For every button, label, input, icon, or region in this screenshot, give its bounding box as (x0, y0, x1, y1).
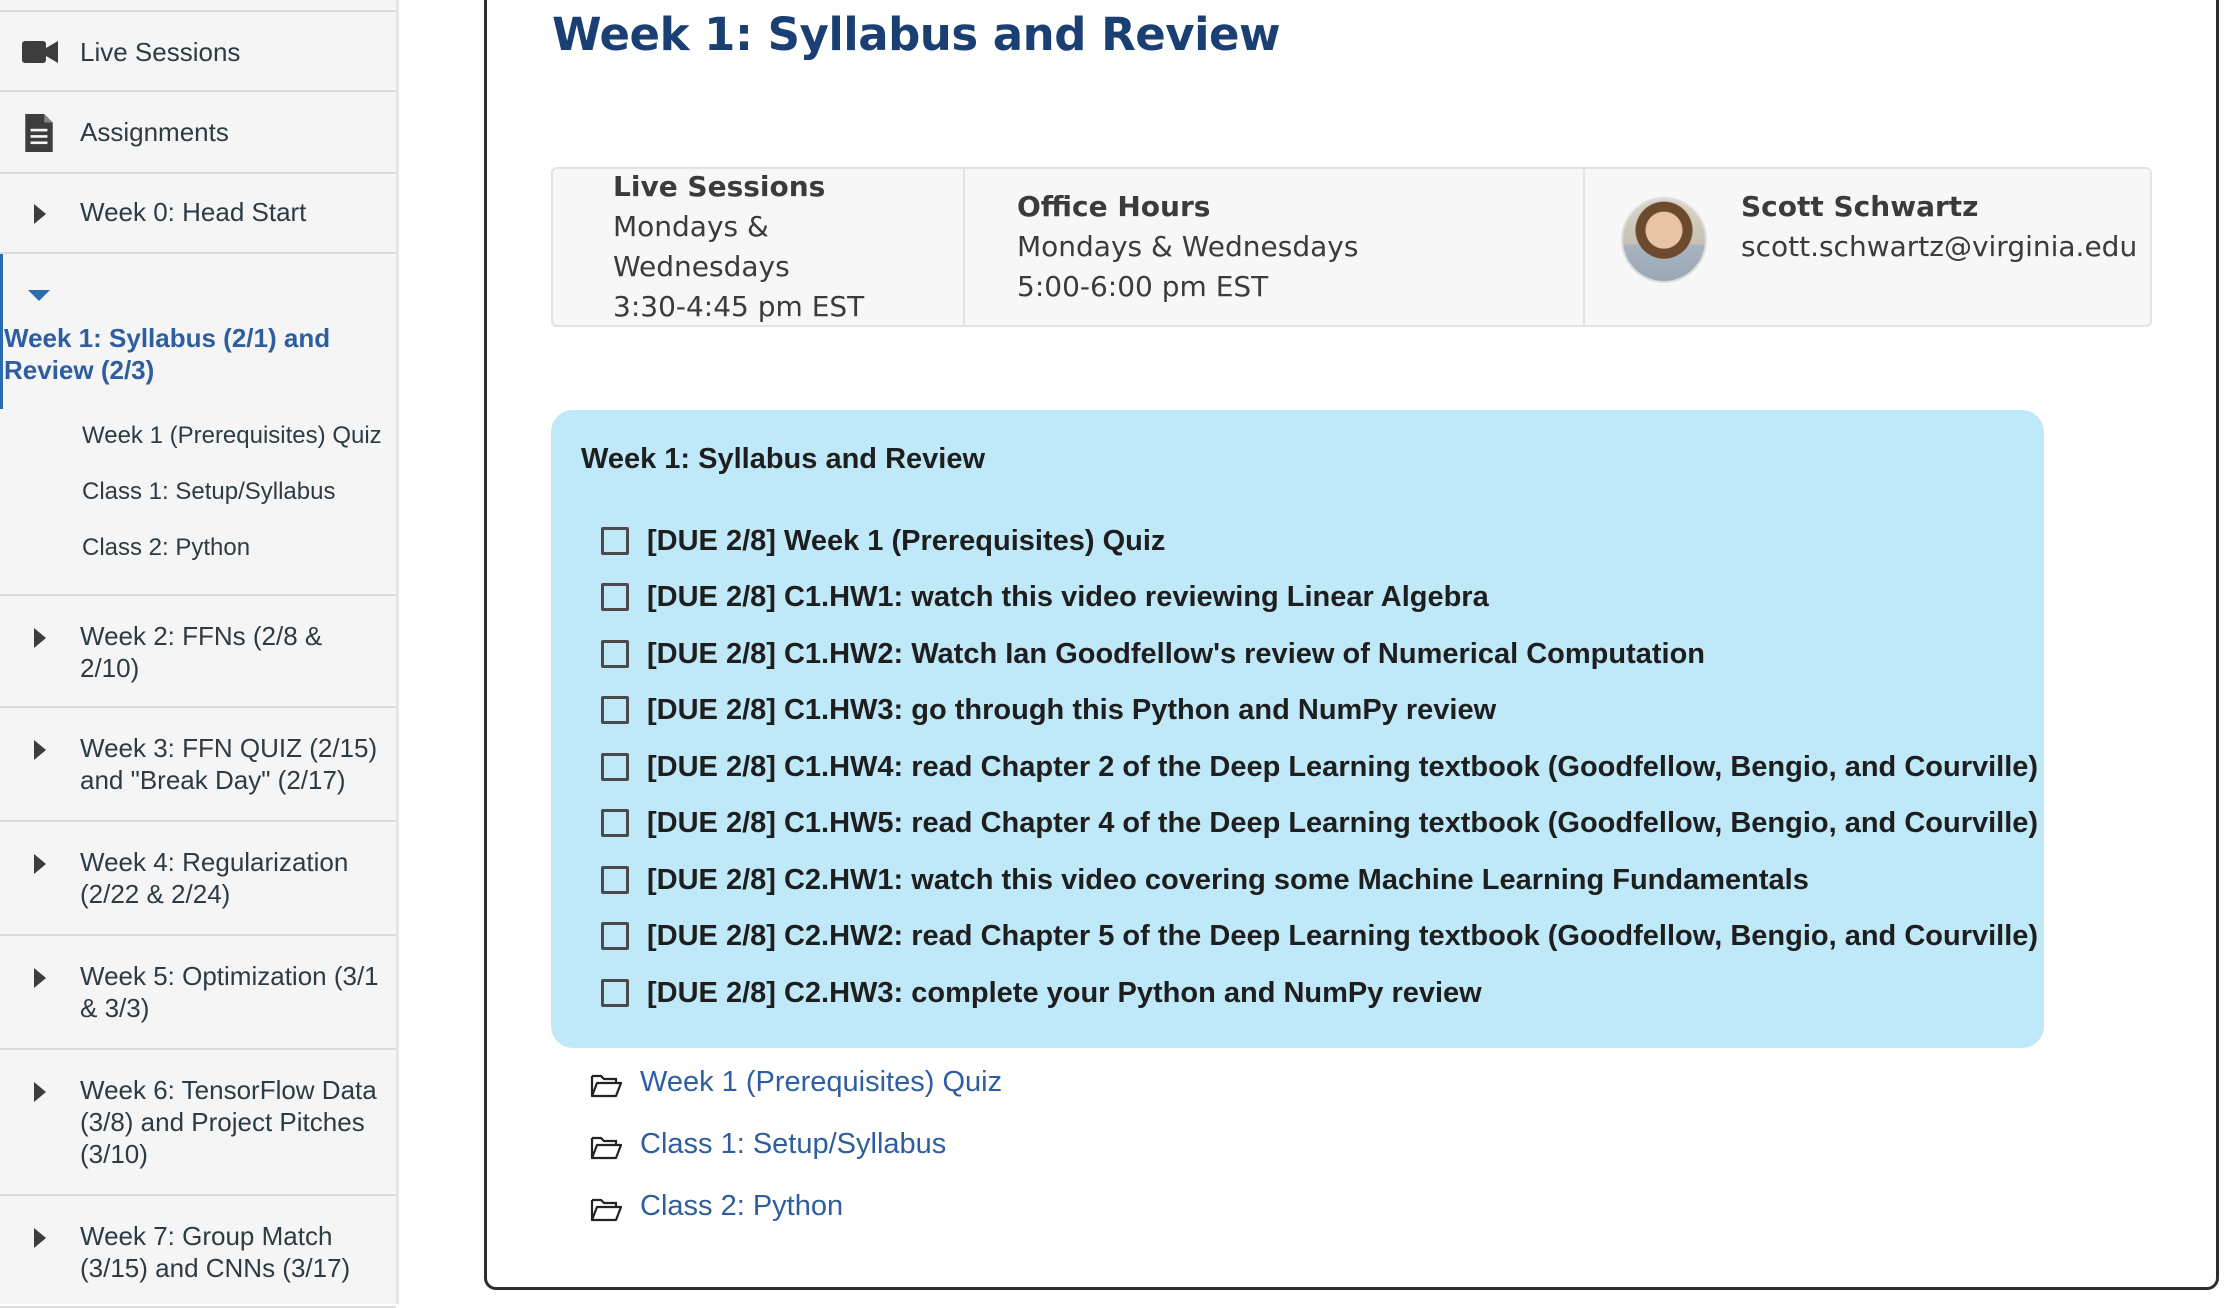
sidebar-item-label: Week 6: TensorFlow Data (3/8) and Projec… (80, 1075, 377, 1169)
sidebar-subitem-class2[interactable]: Class 2: Python (82, 534, 250, 562)
avatar (1623, 199, 1705, 281)
module-link-class1[interactable]: Class 1: Setup/Syllabus (590, 1124, 946, 1164)
sidebar-item-label: Week 1: Syllabus (2/1) and Review (2/3) (4, 323, 331, 385)
sidebar-item-label: Week 0: Head Start (80, 197, 307, 227)
checkbox[interactable] (601, 640, 629, 668)
checklist-item-label: [DUE 2/8] C2.HW3: complete your Python a… (647, 976, 1482, 1009)
divider (1583, 169, 1585, 325)
live-sessions-days: Mondays & (613, 210, 769, 243)
page-title: Week 1: Syllabus and Review (552, 8, 1281, 61)
checklist-item-label: [DUE 2/8] Week 1 (Prerequisites) Quiz (647, 524, 1166, 557)
caret-right-icon (34, 628, 46, 648)
checklist-item[interactable]: [DUE 2/8] C1.HW2: Watch Ian Goodfellow's… (601, 634, 1705, 674)
module-link-label[interactable]: Class 2: Python (640, 1190, 843, 1223)
checkbox[interactable] (601, 583, 629, 611)
checklist-item[interactable]: [DUE 2/8] C1.HW1: watch this video revie… (601, 577, 1489, 617)
course-info-card: Live Sessions Mondays & Wednesdays 3:30-… (551, 167, 2152, 327)
sidebar-item-week-5[interactable]: Week 5: Optimization (3/1 & 3/3) (0, 936, 396, 1050)
sidebar-item-assignments[interactable]: Assignments (0, 92, 396, 174)
caret-right-icon (34, 854, 46, 874)
document-icon (22, 114, 56, 159)
week-checklist: Week 1: Syllabus and Review [DUE 2/8] We… (551, 410, 2044, 1048)
office-hours-time: 5:00-6:00 pm EST (1017, 270, 1269, 303)
checklist-item-label: [DUE 2/8] C1.HW4: read Chapter 2 of the … (647, 750, 2039, 783)
sidebar-item-week-6[interactable]: Week 6: TensorFlow Data (3/8) and Projec… (0, 1050, 396, 1196)
sidebar-item-label: Week 5: Optimization (3/1 & 3/3) (80, 961, 379, 1023)
sidebar-item-week-1[interactable]: Week 1: Syllabus (2/1) and Review (2/3) (0, 254, 396, 410)
office-hours-heading: Office Hours (1017, 190, 1211, 223)
caret-right-icon (34, 740, 46, 760)
caret-right-icon (34, 1228, 46, 1248)
folder-open-icon (590, 1196, 623, 1230)
active-indicator (0, 254, 3, 409)
video-camera-icon (22, 38, 58, 73)
checkbox[interactable] (601, 809, 629, 837)
checklist-item[interactable]: [DUE 2/8] C2.HW2: read Chapter 5 of the … (601, 916, 2038, 956)
caret-down-icon (28, 290, 50, 301)
sidebar-item-label: Live Sessions (80, 37, 241, 67)
course-sidebar: Live Sessions Assignments Week 0: Head S… (0, 0, 399, 1308)
checkbox[interactable] (601, 527, 629, 555)
checklist-item[interactable]: [DUE 2/8] C1.HW5: read Chapter 4 of the … (601, 803, 2038, 843)
live-sessions-heading: Live Sessions (613, 170, 826, 203)
caret-right-icon (34, 968, 46, 988)
sidebar-subitem-week1-quiz[interactable]: Week 1 (Prerequisites) Quiz (82, 422, 382, 450)
live-sessions-days-2: Wednesdays (613, 250, 790, 283)
module-link-week1-quiz[interactable]: Week 1 (Prerequisites) Quiz (590, 1062, 1002, 1102)
sidebar-item-week-2[interactable]: Week 2: FFNs (2/8 & 2/10) (0, 594, 396, 708)
checklist-item-label: [DUE 2/8] C1.HW2: Watch Ian Goodfellow's… (647, 637, 1706, 670)
checklist-item-label: [DUE 2/8] C1.HW5: read Chapter 4 of the … (647, 806, 2039, 839)
sidebar-item-week-3[interactable]: Week 3: FFN QUIZ (2/15) and "Break Day" … (0, 708, 396, 822)
live-sessions-time: 3:30-4:45 pm EST (613, 290, 865, 323)
divider (963, 169, 965, 325)
sidebar-subitem-class1[interactable]: Class 1: Setup/Syllabus (82, 478, 335, 506)
module-link-class2[interactable]: Class 2: Python (590, 1186, 843, 1226)
instructor-name: Scott Schwartz (1741, 190, 1979, 223)
checkbox[interactable] (601, 753, 629, 781)
folder-open-icon (590, 1134, 623, 1168)
sidebar-item-label: Week 4: Regularization (2/22 & 2/24) (80, 847, 349, 909)
module-link-label[interactable]: Week 1 (Prerequisites) Quiz (640, 1066, 1002, 1099)
sidebar-item-week-7[interactable]: Week 7: Group Match (3/15) and CNNs (3/1… (0, 1196, 396, 1308)
checklist-item[interactable]: [DUE 2/8] C1.HW4: read Chapter 2 of the … (601, 747, 2038, 787)
sidebar-item-live-sessions[interactable]: Live Sessions (0, 12, 396, 92)
sidebar-item-week-0[interactable]: Week 0: Head Start (0, 174, 396, 254)
sidebar-item-label: Assignments (80, 117, 229, 147)
checklist-item-label: [DUE 2/8] C2.HW2: read Chapter 5 of the … (647, 919, 2039, 952)
checklist-title: Week 1: Syllabus and Review (581, 443, 986, 475)
checklist-item[interactable]: [DUE 2/8] Week 1 (Prerequisites) Quiz (601, 521, 1165, 561)
checkbox[interactable] (601, 866, 629, 894)
caret-right-icon (34, 204, 46, 224)
caret-right-icon (34, 1082, 46, 1102)
checklist-item[interactable]: [DUE 2/8] C1.HW3: go through this Python… (601, 690, 1496, 730)
checkbox[interactable] (601, 922, 629, 950)
checkbox[interactable] (601, 696, 629, 724)
office-hours-info: Office Hours Mondays & Wednesdays 5:00-6… (1017, 187, 1358, 343)
checklist-item[interactable]: [DUE 2/8] C2.HW3: complete your Python a… (601, 973, 1482, 1013)
checkbox[interactable] (601, 979, 629, 1007)
live-sessions-info: Live Sessions Mondays & Wednesdays 3:30-… (613, 167, 864, 323)
checklist-item-label: [DUE 2/8] C2.HW1: watch this video cover… (647, 863, 1809, 896)
folder-open-icon (590, 1072, 623, 1106)
checklist-item-label: [DUE 2/8] C1.HW3: go through this Python… (647, 693, 1497, 726)
checklist-item[interactable]: [DUE 2/8] C2.HW1: watch this video cover… (601, 860, 1809, 900)
checklist-item-label: [DUE 2/8] C1.HW1: watch this video revie… (647, 580, 1489, 613)
sidebar-item-label: Week 7: Group Match (3/15) and CNNs (3/1… (80, 1221, 351, 1283)
office-hours-days: Mondays & Wednesdays (1017, 230, 1359, 263)
sidebar-item-label: Week 3: FFN QUIZ (2/15) and "Break Day" … (80, 733, 378, 795)
module-link-label[interactable]: Class 1: Setup/Syllabus (640, 1128, 946, 1161)
sidebar-item-week-4[interactable]: Week 4: Regularization (2/22 & 2/24) (0, 822, 396, 936)
sidebar-item-label: Week 2: FFNs (2/8 & 2/10) (80, 621, 323, 683)
instructor-email[interactable]: scott.schwartz@virginia.edu (1741, 227, 2137, 267)
instructor-info: Scott Schwartz scott.schwartz@virginia.e… (1741, 187, 2137, 343)
